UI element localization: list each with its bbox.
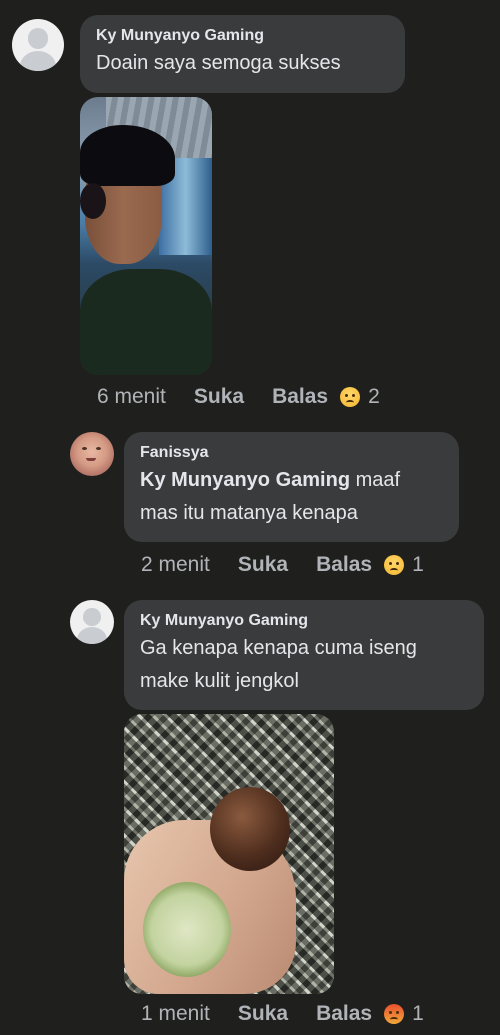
comment-text: Ga kenapa kenapa cuma iseng make kulit j… [140, 632, 468, 698]
comment-text-line2: make kulit jengkol [140, 670, 299, 692]
comment-author[interactable]: Ky Munyanyo Gaming [140, 612, 468, 630]
avatar[interactable] [70, 432, 114, 476]
comment-photo[interactable] [80, 97, 212, 375]
comment-text: Ky Munyanyo Gaming maaf mas itu matanya … [140, 464, 443, 530]
like-button[interactable]: Suka [238, 1002, 288, 1026]
comment-bubble: Ky Munyanyo Gaming Ga kenapa kenapa cuma… [124, 600, 484, 710]
comment-photo[interactable] [124, 714, 334, 994]
comment-bubble: Fanissya Ky Munyanyo Gaming maaf mas itu… [124, 432, 459, 542]
reply-button[interactable]: Balas [316, 1002, 372, 1026]
sad-reaction-icon[interactable] [340, 387, 361, 407]
reply-button[interactable]: Balas [272, 385, 328, 409]
comment-text-line2: mas itu matanya kenapa [140, 502, 358, 524]
comment-author[interactable]: Fanissya [140, 444, 443, 462]
reaction-count: 1 [412, 553, 424, 576]
comment-time: 1 menit [141, 1002, 210, 1025]
angry-reaction-icon[interactable] [384, 1004, 405, 1024]
like-button[interactable]: Suka [194, 385, 244, 409]
reaction-count: 2 [368, 385, 380, 408]
sad-reaction-icon[interactable] [384, 555, 405, 575]
comment-author[interactable]: Ky Munyanyo Gaming [96, 27, 389, 45]
comment-meta: 1 menit Suka Balas 1 [141, 1002, 424, 1026]
mention-link[interactable]: Ky Munyanyo Gaming [140, 469, 350, 491]
comment-text: Doain saya semoga sukses [96, 52, 341, 74]
like-button[interactable]: Suka [238, 553, 288, 577]
reply-button[interactable]: Balas [316, 553, 372, 577]
comment-text-line1: maaf [355, 469, 401, 491]
avatar[interactable] [12, 19, 64, 71]
comment-bubble: Ky Munyanyo Gaming Doain saya semoga suk… [80, 15, 405, 93]
avatar[interactable] [70, 600, 114, 644]
comment-meta: 2 menit Suka Balas 1 [141, 553, 424, 577]
comment-time: 6 menit [97, 385, 166, 408]
comment-meta: 6 menit Suka Balas 2 [97, 385, 380, 409]
comment-time: 2 menit [141, 553, 210, 576]
comment-text-line1: Ga kenapa kenapa cuma iseng [140, 637, 417, 659]
reaction-count: 1 [412, 1002, 424, 1025]
